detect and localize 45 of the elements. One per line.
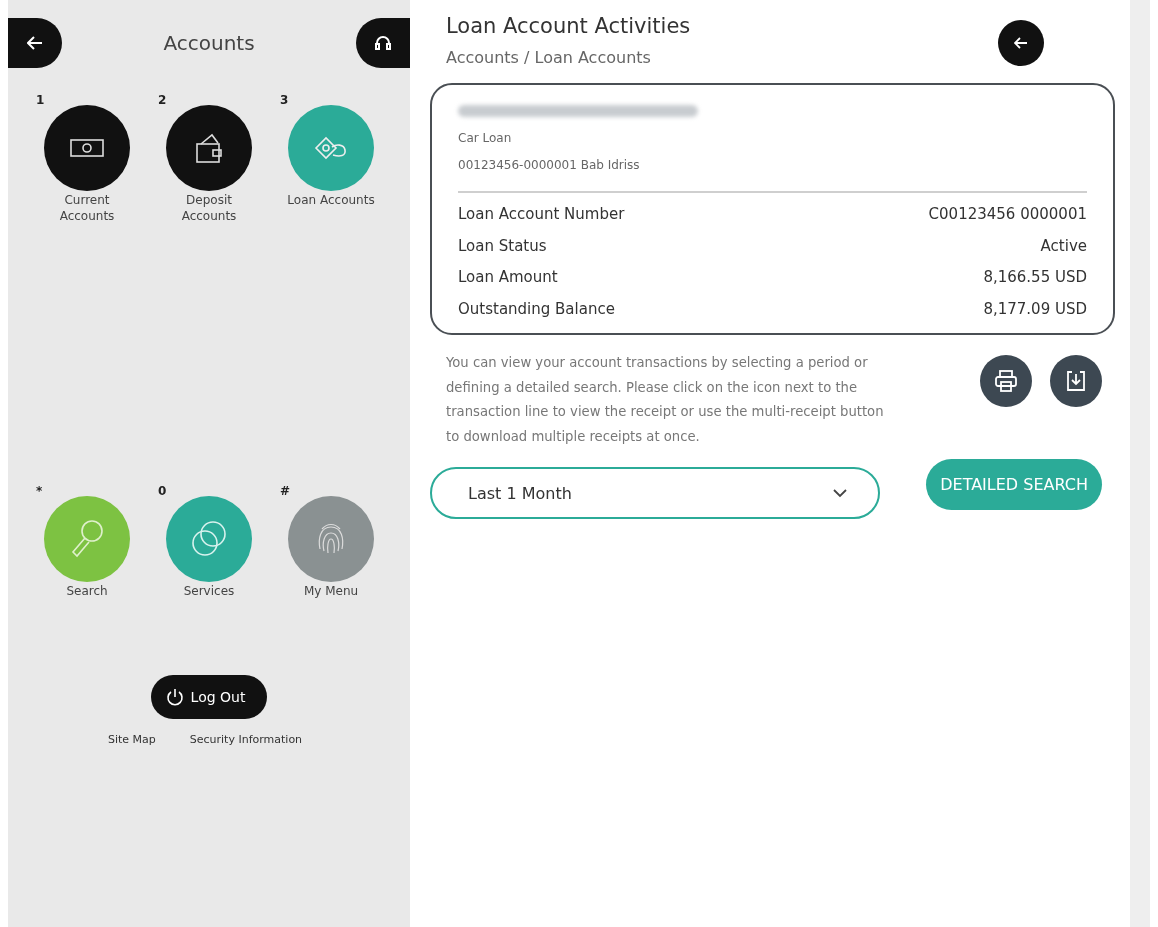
shortcut-key: # (280, 484, 291, 498)
tile-label: Search (65, 583, 109, 599)
breadcrumb: Accounts / Loan Accounts (446, 48, 652, 67)
product-name: Car Loan (458, 130, 513, 147)
tile-label: My Menu (302, 583, 360, 599)
back-arrow-icon (1014, 37, 1028, 49)
logout-button[interactable]: Log Out (150, 675, 268, 719)
site-map-link[interactable]: Site Map (107, 733, 156, 746)
download-button[interactable] (1050, 355, 1102, 407)
account-line: 00123456-0000001 Bab Idriss (458, 157, 641, 174)
back-arrow-icon (27, 36, 43, 50)
info-text: You can view your account transactions by selecting a period or defining a detailed search. Please click on the icon next to the transaction line to view the receipt or use the multi-receipt button to download multiple receipts at once. (446, 354, 885, 446)
field-label: Outstanding Balance (458, 298, 615, 320)
back-button[interactable] (8, 18, 62, 68)
shortcut-key: 1 (36, 93, 45, 107)
printer-icon (994, 369, 1018, 393)
chevron-down-icon (832, 488, 848, 498)
cash-hand-icon (314, 135, 348, 161)
field-value: C00123456 0000001 (928, 204, 1087, 225)
tile-label: Deposit Accounts (180, 192, 238, 224)
shortcut-key: * (36, 484, 43, 498)
tile-label: Current Accounts (58, 192, 116, 224)
banknote-icon (70, 137, 104, 159)
power-icon (164, 687, 185, 707)
field-value: 8,177.09 USD (983, 298, 1087, 320)
support-button[interactable] (356, 18, 410, 68)
headset-icon (375, 35, 391, 51)
security-link[interactable]: Security Information (189, 733, 303, 746)
back-button[interactable] (998, 20, 1044, 66)
field-value: Active (1040, 235, 1087, 257)
tile-label: Services (182, 583, 236, 599)
field-label: Loan Amount (458, 267, 558, 288)
period-dropdown[interactable]: Last 1 Month (430, 467, 880, 519)
print-button[interactable] (980, 355, 1032, 407)
panel-title: Accounts (163, 31, 255, 55)
page-title: Loan Account Activities (446, 14, 691, 38)
overlapping-circles-icon (189, 519, 229, 559)
shortcut-key: 2 (158, 93, 167, 107)
download-icon (1065, 370, 1087, 392)
shortcut-key: 3 (280, 93, 289, 107)
field-label: Loan Account Number (458, 204, 625, 225)
shortcut-key: 0 (158, 484, 167, 498)
field-value: 8,166.55 USD (983, 267, 1087, 288)
tile-label: Loan Accounts (286, 192, 376, 208)
field-label: Loan Status (458, 235, 547, 257)
